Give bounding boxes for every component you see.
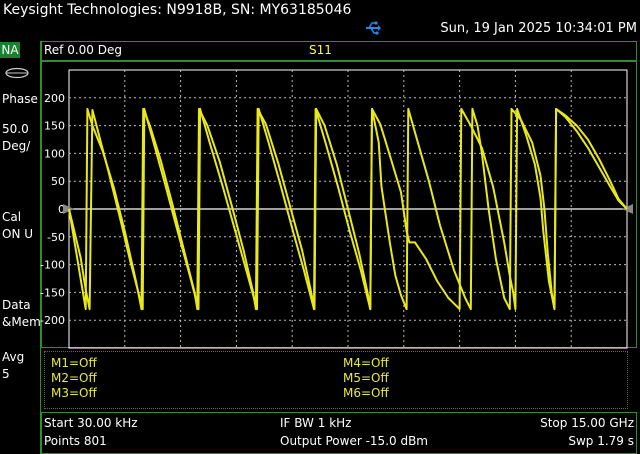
- marker-m4[interactable]: M4=Off: [343, 356, 389, 371]
- marker-m5[interactable]: M5=Off: [343, 371, 389, 386]
- points-count[interactable]: Points 801: [44, 433, 107, 449]
- if-bandwidth[interactable]: IF BW 1 kHz: [280, 415, 351, 431]
- start-frequency[interactable]: Start 30.00 kHz: [44, 415, 138, 431]
- y-tick-label: 100: [44, 147, 65, 160]
- sweep-time[interactable]: Swp 1.79 s: [568, 433, 634, 449]
- marker-table: [44, 351, 628, 409]
- y-tick-label: 200: [44, 92, 65, 105]
- marker-m1[interactable]: M1=Off: [51, 356, 97, 371]
- stop-frequency[interactable]: Stop 15.00 GHz: [540, 415, 634, 431]
- marker-m3[interactable]: M3=Off: [51, 386, 97, 401]
- y-tick-label: 50: [51, 175, 65, 188]
- marker-m2[interactable]: M2=Off: [51, 371, 97, 386]
- y-tick-label: -150: [40, 286, 65, 299]
- y-tick-label: -100: [40, 259, 65, 272]
- output-power[interactable]: Output Power -15.0 dBm: [280, 433, 428, 449]
- y-tick-label: -200: [40, 314, 65, 327]
- y-tick-label: -50: [47, 231, 65, 244]
- marker-m6[interactable]: M6=Off: [343, 386, 389, 401]
- y-tick-label: 150: [44, 120, 65, 133]
